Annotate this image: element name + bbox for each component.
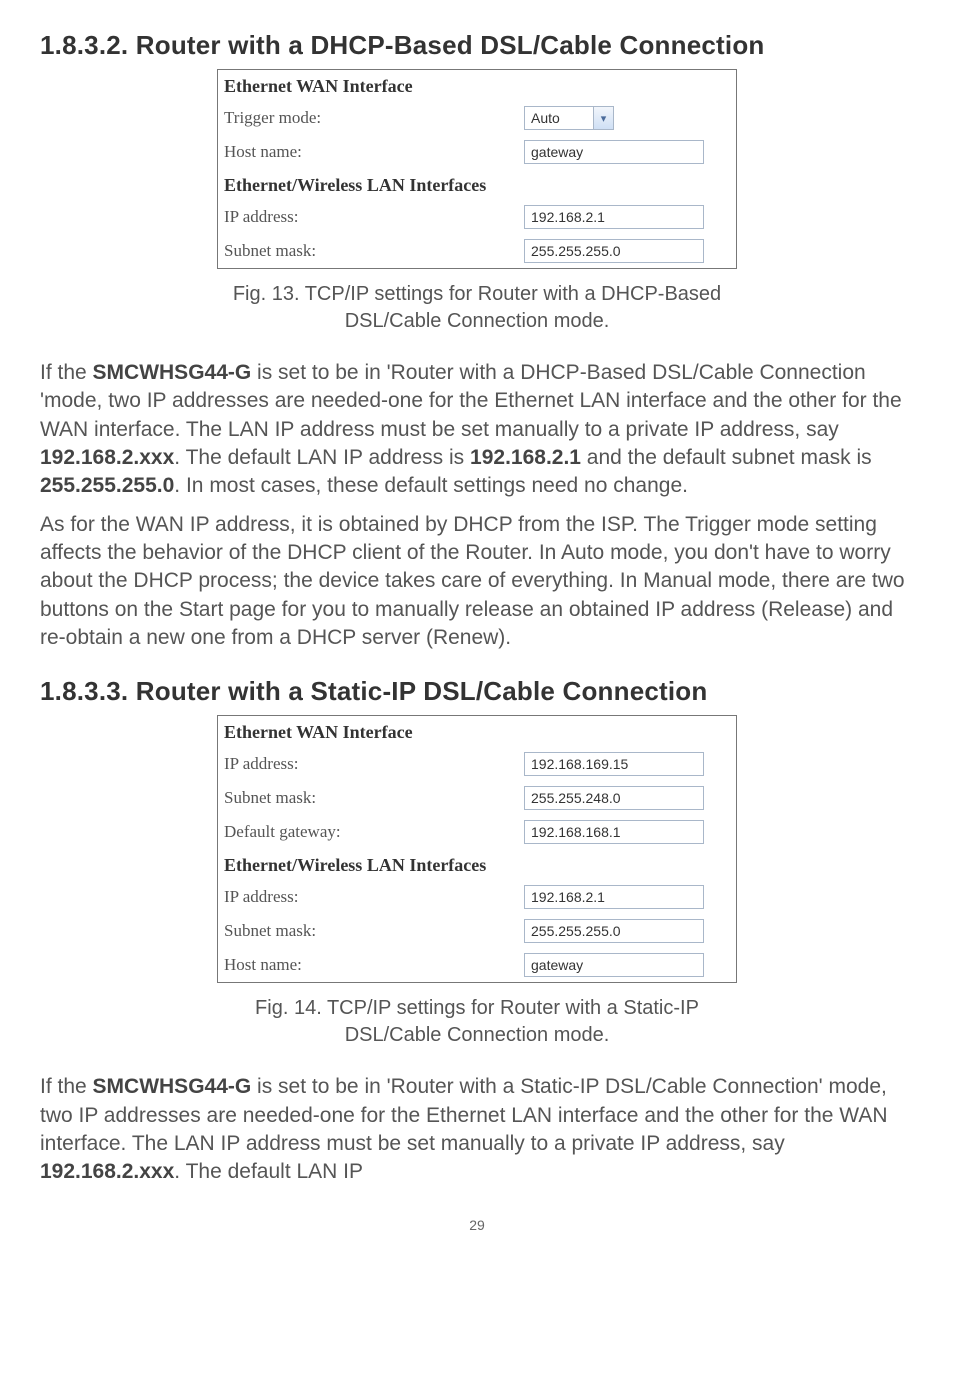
caption-line: Fig. 14. TCP/IP settings for Router with… (255, 997, 699, 1019)
product-name: SMCWHSG44-G (93, 1075, 252, 1098)
ip-example: 192.168.2.xxx (40, 1160, 174, 1183)
table-row: Host name: (218, 135, 736, 169)
section-heading-2: 1.8.3.3. Router with a Static-IP DSL/Cab… (40, 676, 914, 707)
table-row: Host name: (218, 948, 736, 982)
trigger-mode-label: Trigger mode: (224, 108, 524, 128)
text: . The default LAN IP (174, 1160, 363, 1183)
subnet-mask-label-1: Subnet mask: (224, 241, 524, 261)
body-paragraph: If the SMCWHSG44-G is set to be in 'Rout… (40, 359, 914, 501)
settings-section-lan-1: Ethernet/Wireless LAN Interfaces (218, 169, 736, 200)
page-number: 29 (40, 1217, 914, 1233)
ip-address-input-wan[interactable] (524, 752, 704, 776)
settings-table-1: Ethernet WAN Interface Trigger mode: Aut… (217, 69, 737, 269)
default-gateway-label: Default gateway: (224, 822, 524, 842)
settings-section-lan-2: Ethernet/Wireless LAN Interfaces (218, 849, 736, 880)
ip-address-input-1[interactable] (524, 205, 704, 229)
product-name: SMCWHSG44-G (93, 361, 252, 384)
table-row: IP address: (218, 200, 736, 234)
default-mask: 255.255.255.0 (40, 474, 174, 497)
settings-section-wan-1: Ethernet WAN Interface (218, 70, 736, 101)
caption-line: DSL/Cable Connection mode. (345, 1024, 610, 1046)
section-heading-1: 1.8.3.2. Router with a DHCP-Based DSL/Ca… (40, 30, 914, 61)
subnet-mask-label-wan: Subnet mask: (224, 788, 524, 808)
settings-section-wan-2: Ethernet WAN Interface (218, 716, 736, 747)
table-row: Trigger mode: Auto ▾ (218, 101, 736, 135)
subnet-mask-input-lan[interactable] (524, 919, 704, 943)
subnet-mask-input-wan[interactable] (524, 786, 704, 810)
host-name-label-1: Host name: (224, 142, 524, 162)
ip-address-label-wan: IP address: (224, 754, 524, 774)
text: If the (40, 361, 93, 384)
figure-caption-13: Fig. 13. TCP/IP settings for Router with… (40, 281, 914, 335)
table-row: IP address: (218, 880, 736, 914)
text: . In most cases, these default settings … (174, 474, 688, 497)
subnet-mask-label-lan: Subnet mask: (224, 921, 524, 941)
text: . The default LAN IP address is (174, 446, 470, 469)
body-paragraph: If the SMCWHSG44-G is set to be in 'Rout… (40, 1073, 914, 1186)
host-name-label-2: Host name: (224, 955, 524, 975)
ip-example: 192.168.2.xxx (40, 446, 174, 469)
host-name-input-1[interactable] (524, 140, 704, 164)
table-row: Subnet mask: (218, 234, 736, 268)
ip-address-label-1: IP address: (224, 207, 524, 227)
figure-caption-14: Fig. 14. TCP/IP settings for Router with… (40, 995, 914, 1049)
table-row: IP address: (218, 747, 736, 781)
caption-line: DSL/Cable Connection mode. (345, 310, 610, 332)
chevron-down-icon: ▾ (593, 107, 613, 129)
host-name-input-2[interactable] (524, 953, 704, 977)
body-paragraph: As for the WAN IP address, it is obtaine… (40, 511, 914, 653)
text: and the default subnet mask is (581, 446, 872, 469)
subnet-mask-input-1[interactable] (524, 239, 704, 263)
trigger-mode-value: Auto (525, 110, 593, 126)
table-row: Subnet mask: (218, 781, 736, 815)
settings-table-2: Ethernet WAN Interface IP address: Subne… (217, 715, 737, 983)
caption-line: Fig. 13. TCP/IP settings for Router with… (233, 283, 721, 305)
ip-address-input-lan[interactable] (524, 885, 704, 909)
trigger-mode-select[interactable]: Auto ▾ (524, 106, 614, 130)
table-row: Subnet mask: (218, 914, 736, 948)
default-gateway-input[interactable] (524, 820, 704, 844)
text: If the (40, 1075, 93, 1098)
default-ip: 192.168.2.1 (470, 446, 581, 469)
table-row: Default gateway: (218, 815, 736, 849)
ip-address-label-lan: IP address: (224, 887, 524, 907)
